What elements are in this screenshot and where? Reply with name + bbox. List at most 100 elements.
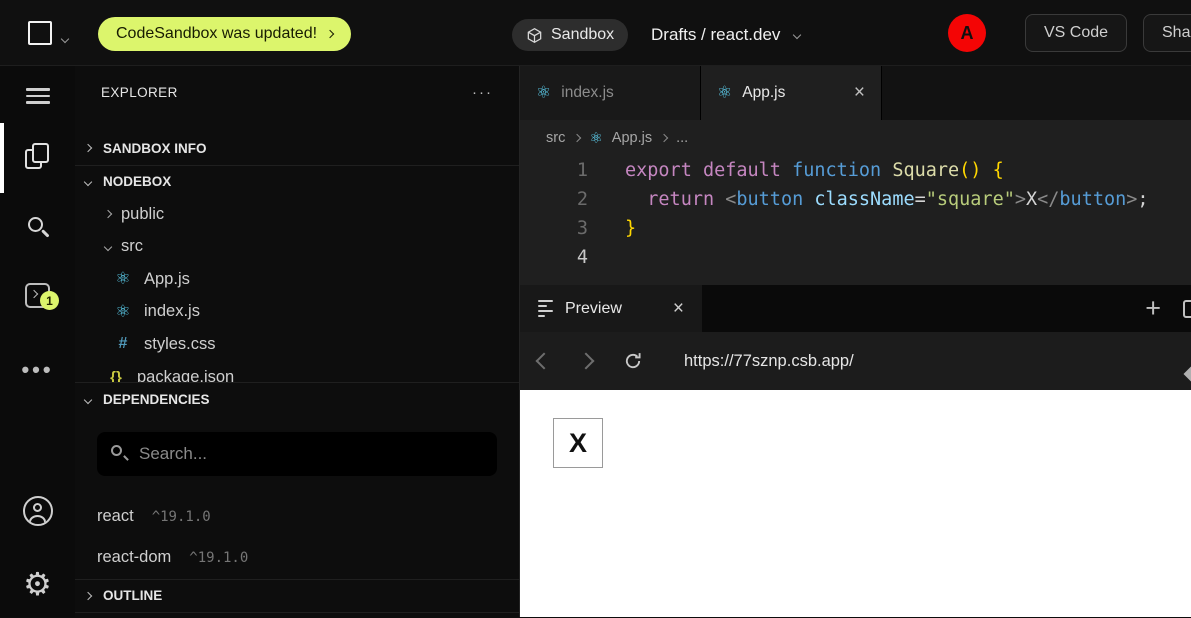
dependency-name: react-dom	[97, 548, 171, 567]
update-banner-label: CodeSandbox was updated!	[116, 25, 317, 43]
chevron-right-icon	[660, 133, 668, 141]
editor-tab-bar: ⚛ index.js ⚛ App.js ×	[520, 66, 1191, 120]
search-view-button[interactable]	[0, 206, 75, 250]
code-editor[interactable]: 1234 export default function Square() { …	[520, 155, 1191, 285]
tree-item-styles-css[interactable]: # styles.css	[75, 328, 519, 361]
explorer-view-button[interactable]	[0, 134, 75, 178]
section-sandbox-info[interactable]: SANDBOX INFO	[75, 132, 519, 165]
tree-item-label: index.js	[144, 302, 200, 321]
dependency-version: ^19.1.0	[189, 550, 248, 566]
react-file-icon: ⚛	[112, 269, 134, 289]
explorer-title: EXPLORER	[101, 85, 178, 100]
layout-icon[interactable]	[1183, 300, 1191, 318]
css-file-icon: #	[112, 335, 134, 353]
sandbox-badge[interactable]: Sandbox	[512, 19, 628, 51]
add-pane-button[interactable]: +	[1145, 293, 1161, 324]
hamburger-icon	[26, 84, 50, 108]
tree-item-app-js[interactable]: ⚛ App.js	[75, 263, 519, 296]
files-icon	[25, 143, 51, 169]
dependency-search	[97, 432, 497, 476]
breadcrumb-folder[interactable]: src	[546, 130, 565, 146]
explorer-panel: EXPLORER ··· SANDBOX INFO NODEBOX public…	[75, 66, 520, 617]
close-icon[interactable]: ×	[854, 82, 865, 104]
account-icon	[23, 496, 53, 526]
avatar[interactable]: A	[948, 14, 986, 52]
dependency-name: react	[97, 507, 134, 526]
close-icon[interactable]: ×	[673, 298, 684, 320]
terminal-view-button[interactable]: 1	[0, 273, 75, 317]
editor-area: ⚛ index.js ⚛ App.js × src ⚛ App.js ... 1…	[520, 66, 1191, 617]
section-label: SANDBOX INFO	[103, 141, 207, 156]
cube-icon	[526, 27, 543, 44]
tab-label: index.js	[561, 84, 614, 102]
tree-item-package-json[interactable]: {} package.json	[75, 361, 519, 383]
tree-item-src[interactable]: src	[75, 231, 519, 264]
sparkle-icon[interactable]	[1184, 366, 1191, 383]
more-views-button[interactable]: •••	[0, 348, 75, 392]
settings-button[interactable]: ⚙	[0, 562, 75, 606]
chevron-down-icon	[104, 243, 112, 251]
chevron-down-icon	[84, 178, 92, 186]
refresh-icon[interactable]	[622, 350, 644, 372]
section-dependencies[interactable]: DEPENDENCIES	[75, 383, 519, 416]
breadcrumb-more[interactable]: ...	[676, 130, 688, 146]
explorer-more-button[interactable]: ···	[472, 84, 493, 101]
react-file-icon: ⚛	[717, 83, 732, 103]
tree-item-label: styles.css	[144, 335, 216, 354]
project-breadcrumb[interactable]: Drafts / react.dev	[651, 20, 800, 50]
dependency-row-react[interactable]: react ^19.1.0	[75, 496, 519, 537]
top-bar: CodeSandbox was updated! Sandbox Drafts …	[0, 0, 1191, 66]
codesandbox-logo-icon[interactable]	[28, 21, 52, 45]
tab-index-js[interactable]: ⚛ index.js	[520, 66, 701, 120]
avatar-letter: A	[961, 23, 974, 44]
dependency-version: ^19.1.0	[152, 509, 211, 525]
preview-task-icon	[538, 297, 553, 320]
activity-bar: 1 ••• ⚙	[0, 66, 75, 617]
dependency-row-react-dom[interactable]: react-dom ^19.1.0	[75, 537, 519, 578]
tree-item-index-js[interactable]: ⚛ index.js	[75, 296, 519, 329]
tree-item-label: App.js	[144, 270, 190, 289]
tree-item-label: public	[121, 205, 164, 224]
share-button[interactable]: Share	[1143, 14, 1191, 52]
breadcrumb-file[interactable]: App.js	[612, 130, 652, 146]
code-gutter: 1234	[520, 156, 588, 285]
workspace-menu-chevron[interactable]	[62, 29, 68, 47]
section-label: OUTLINE	[103, 588, 162, 603]
tab-app-js[interactable]: ⚛ App.js ×	[701, 66, 882, 120]
preview-nav-bar: https://77sznp.csb.app/	[520, 332, 1191, 390]
react-file-icon: ⚛	[112, 302, 134, 322]
terminal-badge: 1	[40, 291, 59, 310]
sandbox-badge-label: Sandbox	[551, 26, 614, 44]
section-label: DEPENDENCIES	[103, 392, 210, 407]
react-file-icon: ⚛	[589, 129, 602, 147]
section-label: NODEBOX	[103, 174, 171, 189]
codesandbox-window: CodeSandbox was updated! Sandbox Drafts …	[0, 0, 1191, 618]
tab-label: App.js	[742, 84, 785, 102]
chevron-right-icon	[84, 144, 92, 152]
preview-actions: +	[1111, 285, 1191, 332]
preview-url[interactable]: https://77sznp.csb.app/	[684, 352, 854, 371]
square-button[interactable]: X	[553, 418, 603, 468]
back-button[interactable]	[536, 353, 553, 370]
react-file-icon: ⚛	[536, 83, 551, 103]
menu-button[interactable]	[0, 74, 75, 118]
forward-button[interactable]	[578, 353, 595, 370]
search-icon	[111, 445, 129, 463]
preview-content: X	[520, 390, 1191, 617]
vscode-button[interactable]: VS Code	[1025, 14, 1127, 52]
tree-item-clipped-wrapper: {} package.json	[75, 361, 519, 383]
tree-item-public[interactable]: public	[75, 198, 519, 231]
tab-preview[interactable]: Preview ×	[520, 285, 702, 332]
dependency-search-input[interactable]	[139, 444, 483, 464]
ellipsis-icon: •••	[21, 357, 53, 383]
chevron-right-icon	[573, 133, 581, 141]
tree-item-label: src	[121, 237, 143, 256]
chevron-down-icon	[793, 31, 801, 39]
section-outline[interactable]: OUTLINE	[75, 580, 519, 613]
update-banner[interactable]: CodeSandbox was updated!	[98, 17, 351, 51]
preview-tab-bar: Preview × +	[520, 285, 1191, 332]
section-nodebox[interactable]: NODEBOX	[75, 166, 519, 199]
account-button[interactable]	[0, 489, 75, 533]
chevron-right-icon	[84, 592, 92, 600]
chevron-right-icon	[104, 210, 112, 218]
